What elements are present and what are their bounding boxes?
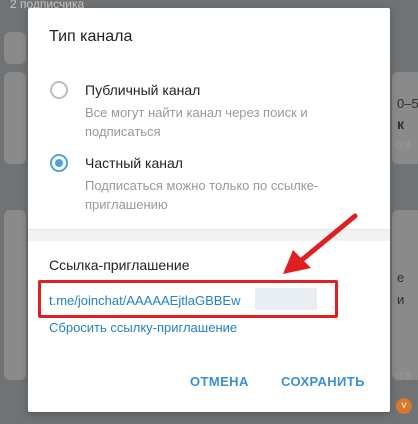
reset-invite-link[interactable]: Сбросить ссылку-приглашение [49, 320, 237, 335]
annotation-arrow-icon [283, 213, 358, 274]
message-bubble [392, 210, 418, 380]
message-fragment: к [397, 116, 405, 132]
message-bubble [4, 32, 26, 64]
radio-button-unchecked[interactable] [50, 81, 68, 99]
public-channel-label: Публичный канал [85, 82, 201, 98]
message-bubble [4, 72, 26, 164]
public-channel-option[interactable]: Публичный канал Все могут найти канал че… [48, 79, 368, 149]
message-fragment: 0–50 [397, 96, 418, 111]
dialog-title: Тип канала [49, 28, 133, 45]
private-channel-description: Подписаться можно только по ссылке-пригл… [85, 178, 319, 212]
message-fragment: е [397, 270, 405, 285]
radio-button-checked[interactable] [50, 154, 68, 172]
channel-type-dialog: Тип канала Публичный канал Все могут най… [28, 8, 390, 412]
annotation-highlight-box [38, 280, 338, 318]
public-channel-description: Все могут найти канал через поиск и подп… [85, 105, 308, 139]
message-bubble [4, 210, 26, 380]
scroll-down-badge[interactable]: v [396, 398, 412, 414]
invite-link-heading: Ссылка-приглашение [49, 257, 190, 273]
save-button[interactable]: СОХРАНИТЬ [281, 374, 365, 389]
message-time: 0:4 [396, 140, 412, 152]
cancel-button[interactable]: ОТМЕНА [190, 374, 249, 389]
private-channel-label: Частный канал [85, 155, 183, 171]
message-fragment: и [397, 292, 405, 307]
message-time: 0:5 [396, 370, 412, 382]
